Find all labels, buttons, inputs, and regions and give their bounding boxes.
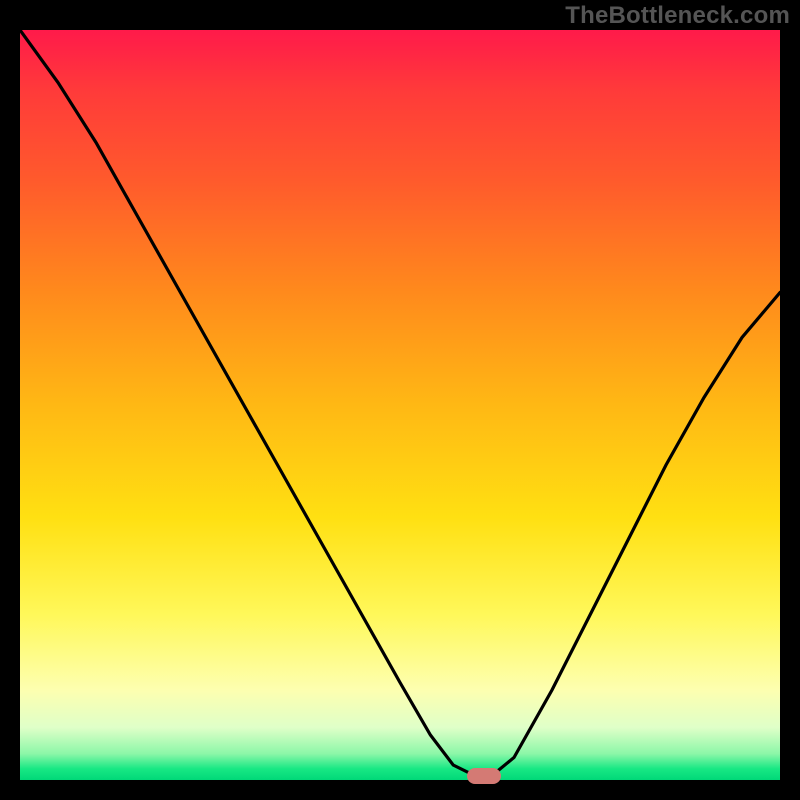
curve-path [20, 30, 780, 776]
plot-area [20, 30, 780, 780]
chart-frame: TheBottleneck.com [0, 0, 800, 800]
bottleneck-curve [20, 30, 780, 780]
watermark-text: TheBottleneck.com [565, 2, 790, 30]
optimum-marker [467, 768, 501, 784]
